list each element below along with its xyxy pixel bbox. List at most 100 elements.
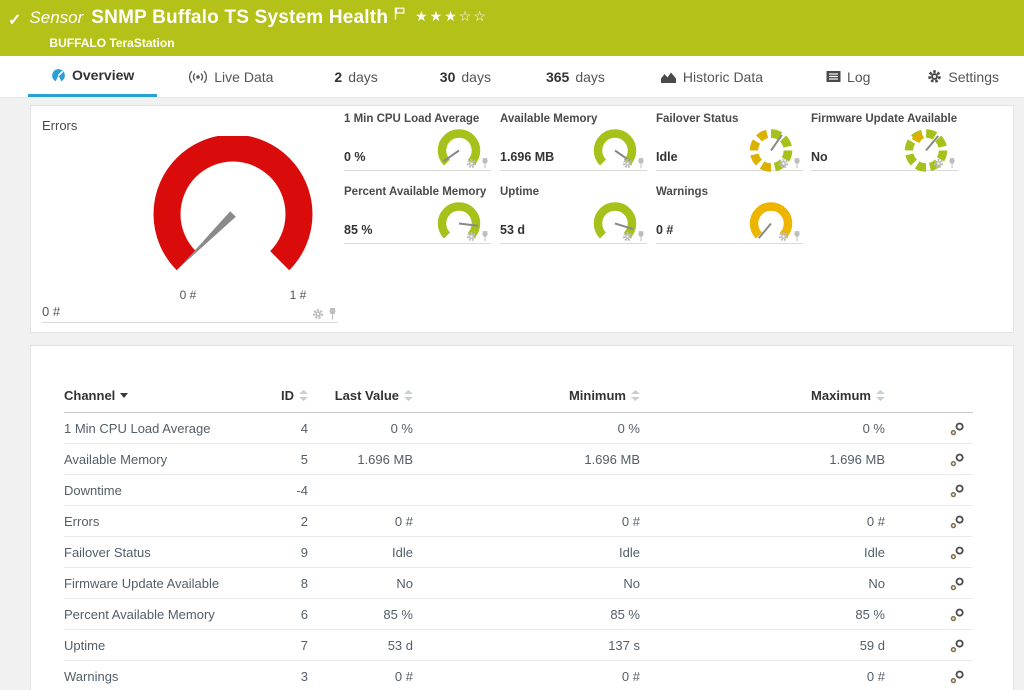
channel-settings-icon[interactable]: [950, 546, 965, 560]
gauge-settings-icon[interactable]: [466, 158, 477, 169]
channel-id: 4: [254, 421, 308, 436]
gauge-settings-icon[interactable]: [622, 158, 633, 169]
channel-id: 7: [254, 638, 308, 653]
channel-settings-icon[interactable]: [950, 453, 965, 467]
tab-bar: Overview Live Data 2days 30days 365days …: [0, 56, 1024, 98]
pin-icon[interactable]: [793, 158, 801, 169]
area-chart-icon: [660, 70, 677, 84]
gauge-settings-icon[interactable]: [778, 158, 789, 169]
flag-icon[interactable]: [394, 7, 405, 25]
device-name: BUFFALO TeraStation: [49, 36, 487, 50]
pin-icon[interactable]: [328, 308, 337, 320]
channel-minimum: Idle: [413, 545, 640, 560]
channel-name: Percent Available Memory: [64, 607, 254, 622]
pin-icon[interactable]: [637, 231, 645, 242]
channel-settings-icon[interactable]: [950, 670, 965, 684]
channel-minimum: 137 s: [413, 638, 640, 653]
channel-settings-icon[interactable]: [950, 484, 965, 498]
gauge-settings-icon[interactable]: [622, 231, 633, 242]
pin-icon[interactable]: [637, 158, 645, 169]
status-check-icon: ✓: [8, 10, 21, 30]
col-header-maximum[interactable]: Maximum: [640, 388, 885, 403]
gauge-firmware-update: Firmware Update Available No: [811, 113, 958, 171]
tab-2-days[interactable]: 2days: [334, 56, 377, 97]
channel-id: 2: [254, 514, 308, 529]
table-row: Errors20 #0 #0 #: [64, 506, 973, 537]
gauge-percent-memory: Percent Available Memory 85 %: [344, 186, 491, 244]
channel-id: 5: [254, 452, 308, 467]
gauge-title: Available Memory: [500, 113, 597, 125]
gauge-settings-icon[interactable]: [466, 231, 477, 242]
table-header-row: Channel ID Last Value Minimum Maximum: [64, 379, 973, 413]
tab-historic-data[interactable]: Historic Data: [660, 56, 763, 97]
gauge-icon: [51, 68, 66, 83]
channel-name: 1 Min CPU Load Average: [64, 421, 254, 436]
channel-settings-icon[interactable]: [950, 577, 965, 591]
channel-last-value: 0 #: [308, 514, 413, 529]
channel-maximum: 0 #: [640, 514, 885, 529]
gauge-value: Idle: [656, 150, 678, 164]
channel-last-value: 85 %: [308, 607, 413, 622]
gauge-settings-icon[interactable]: [778, 231, 789, 242]
gauge-title: Percent Available Memory: [344, 186, 486, 198]
tab-30-days[interactable]: 30days: [440, 56, 491, 97]
sort-icon: [299, 390, 308, 401]
gauge-failover-status: Failover Status Idle: [656, 113, 803, 171]
pin-icon[interactable]: [481, 158, 489, 169]
col-header-minimum[interactable]: Minimum: [413, 388, 640, 403]
table-row: Warnings30 #0 #0 #: [64, 661, 973, 690]
gauge-available-memory: Available Memory 1.696 MB: [500, 113, 647, 171]
channel-name: Downtime: [64, 483, 254, 498]
gauge-value: No: [811, 150, 828, 164]
tab-log[interactable]: Log: [826, 56, 870, 97]
pin-icon[interactable]: [793, 231, 801, 242]
gauge-value: 53 d: [500, 223, 525, 237]
sort-icon: [876, 390, 885, 401]
channel-last-value: 53 d: [308, 638, 413, 653]
channel-id: 8: [254, 576, 308, 591]
col-header-id[interactable]: ID: [254, 388, 308, 403]
table-row: Failover Status9IdleIdleIdle: [64, 537, 973, 568]
tab-overview[interactable]: Overview: [28, 56, 157, 97]
channel-last-value: Idle: [308, 545, 413, 560]
gauge-settings-icon[interactable]: [312, 308, 324, 320]
channel-maximum: 85 %: [640, 607, 885, 622]
channel-name: Errors: [64, 514, 254, 529]
channel-id: 9: [254, 545, 308, 560]
channel-table-panel: Channel ID Last Value Minimum Maximum 1 …: [30, 345, 1014, 690]
gauge-settings-icon[interactable]: [933, 158, 944, 169]
channel-settings-icon[interactable]: [950, 422, 965, 436]
channel-minimum: 1.696 MB: [413, 452, 640, 467]
gauges-panel: Errors 0 # 1 # 0 # 1 Min CPU Load Averag…: [30, 105, 1014, 333]
priority-stars[interactable]: ★★★☆☆: [415, 8, 488, 25]
gauge-title: 1 Min CPU Load Average: [344, 113, 479, 125]
col-header-channel[interactable]: Channel: [64, 388, 254, 403]
table-row: Available Memory51.696 MB1.696 MB1.696 M…: [64, 444, 973, 475]
pin-icon[interactable]: [481, 231, 489, 242]
channel-last-value: 1.696 MB: [308, 452, 413, 467]
tab-365-days[interactable]: 365days: [546, 56, 605, 97]
channel-name: Uptime: [64, 638, 254, 653]
gauge-errors: Errors 0 # 1 # 0 #: [42, 118, 338, 323]
table-row: 1 Min CPU Load Average40 %0 %0 %: [64, 413, 973, 444]
col-header-last-value[interactable]: Last Value: [308, 388, 413, 403]
channel-name: Warnings: [64, 669, 254, 684]
channel-id: -4: [254, 483, 308, 498]
gauge-title: Failover Status: [656, 113, 738, 125]
gauge-value: 0 #: [42, 304, 60, 319]
channel-settings-icon[interactable]: [950, 608, 965, 622]
channel-settings-icon[interactable]: [950, 515, 965, 529]
channel-table-rows: 1 Min CPU Load Average40 %0 %0 %Availabl…: [64, 413, 973, 690]
pin-icon[interactable]: [948, 158, 956, 169]
channel-settings-icon[interactable]: [950, 639, 965, 653]
gauge-value: 85 %: [344, 223, 373, 237]
channel-maximum: No: [640, 576, 885, 591]
sort-icon: [404, 390, 413, 401]
tab-live-data[interactable]: Live Data: [188, 56, 273, 97]
table-row: Firmware Update Available8NoNoNo: [64, 568, 973, 599]
channel-maximum: 59 d: [640, 638, 885, 653]
channel-name: Failover Status: [64, 545, 254, 560]
channel-minimum: 0 #: [413, 514, 640, 529]
gauge-uptime: Uptime 53 d: [500, 186, 647, 244]
tab-settings[interactable]: Settings: [927, 56, 999, 97]
